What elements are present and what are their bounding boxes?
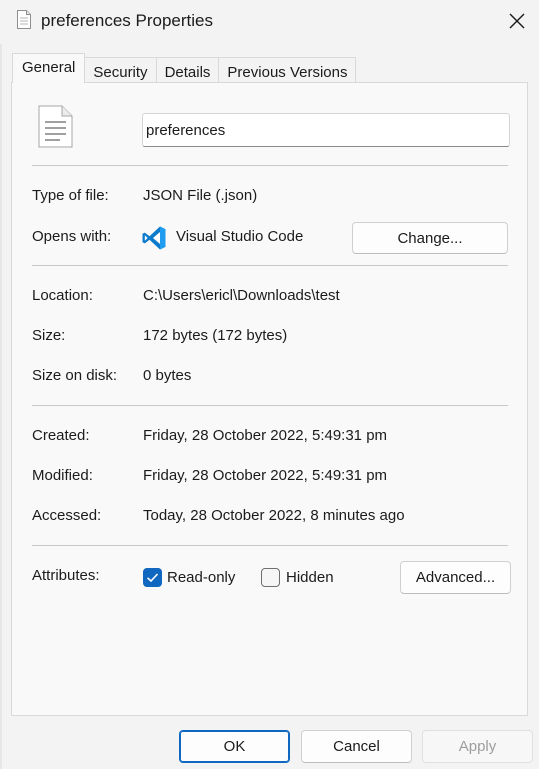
tab-general[interactable]: General (12, 53, 86, 83)
location-label: Location: (32, 287, 93, 304)
accessed-value: Today, 28 October 2022, 8 minutes ago (143, 507, 405, 524)
separator (32, 265, 508, 266)
separator (32, 405, 508, 406)
change-button[interactable]: Change... (352, 222, 508, 254)
properties-dialog: preferences Properties General Security … (0, 0, 539, 769)
file-icon (38, 105, 73, 148)
location-value: C:\Users\ericl\Downloads\test (143, 287, 340, 304)
size-label: Size: (32, 327, 66, 344)
general-panel (11, 82, 528, 716)
attributes-label: Attributes: (32, 567, 100, 584)
modified-label: Modified: (32, 467, 93, 484)
read-only-label[interactable]: Read-only (167, 569, 235, 586)
tab-security[interactable]: Security (84, 57, 157, 83)
hidden-label[interactable]: Hidden (286, 569, 334, 586)
tab-previous-versions[interactable]: Previous Versions (218, 57, 357, 83)
window-edge (0, 44, 2, 769)
type-of-file-value: JSON File (.json) (143, 187, 258, 204)
cancel-button[interactable]: Cancel (301, 730, 412, 763)
document-icon (17, 10, 31, 29)
window-title: preferences Properties (41, 11, 213, 30)
separator (32, 165, 508, 166)
file-name-input[interactable] (142, 113, 510, 147)
title-bar[interactable]: preferences Properties (0, 0, 539, 44)
read-only-checkbox[interactable] (143, 568, 162, 587)
opens-with-app-name: Visual Studio Code (176, 228, 304, 245)
created-value: Friday, 28 October 2022, 5:49:31 pm (143, 427, 388, 444)
ok-button[interactable]: OK (179, 730, 290, 763)
hidden-checkbox[interactable] (261, 568, 280, 587)
advanced-button[interactable]: Advanced... (400, 561, 511, 594)
type-of-file-label: Type of file: (32, 187, 109, 204)
close-button[interactable] (500, 6, 534, 36)
vscode-icon (142, 226, 166, 250)
tab-details[interactable]: Details (155, 57, 220, 83)
tab-strip: General Security Details Previous Versio… (12, 53, 357, 83)
size-on-disk-value: 0 bytes (143, 367, 192, 384)
close-icon (509, 13, 525, 29)
modified-value: Friday, 28 October 2022, 5:49:31 pm (143, 467, 388, 484)
apply-button[interactable]: Apply (422, 730, 533, 763)
separator (32, 545, 508, 546)
size-value: 172 bytes (172 bytes) (143, 327, 288, 344)
size-on-disk-label: Size on disk: (32, 367, 118, 384)
accessed-label: Accessed: (32, 507, 102, 524)
opens-with-label: Opens with: (32, 228, 112, 245)
created-label: Created: (32, 427, 90, 444)
checkmark-icon (146, 573, 159, 583)
